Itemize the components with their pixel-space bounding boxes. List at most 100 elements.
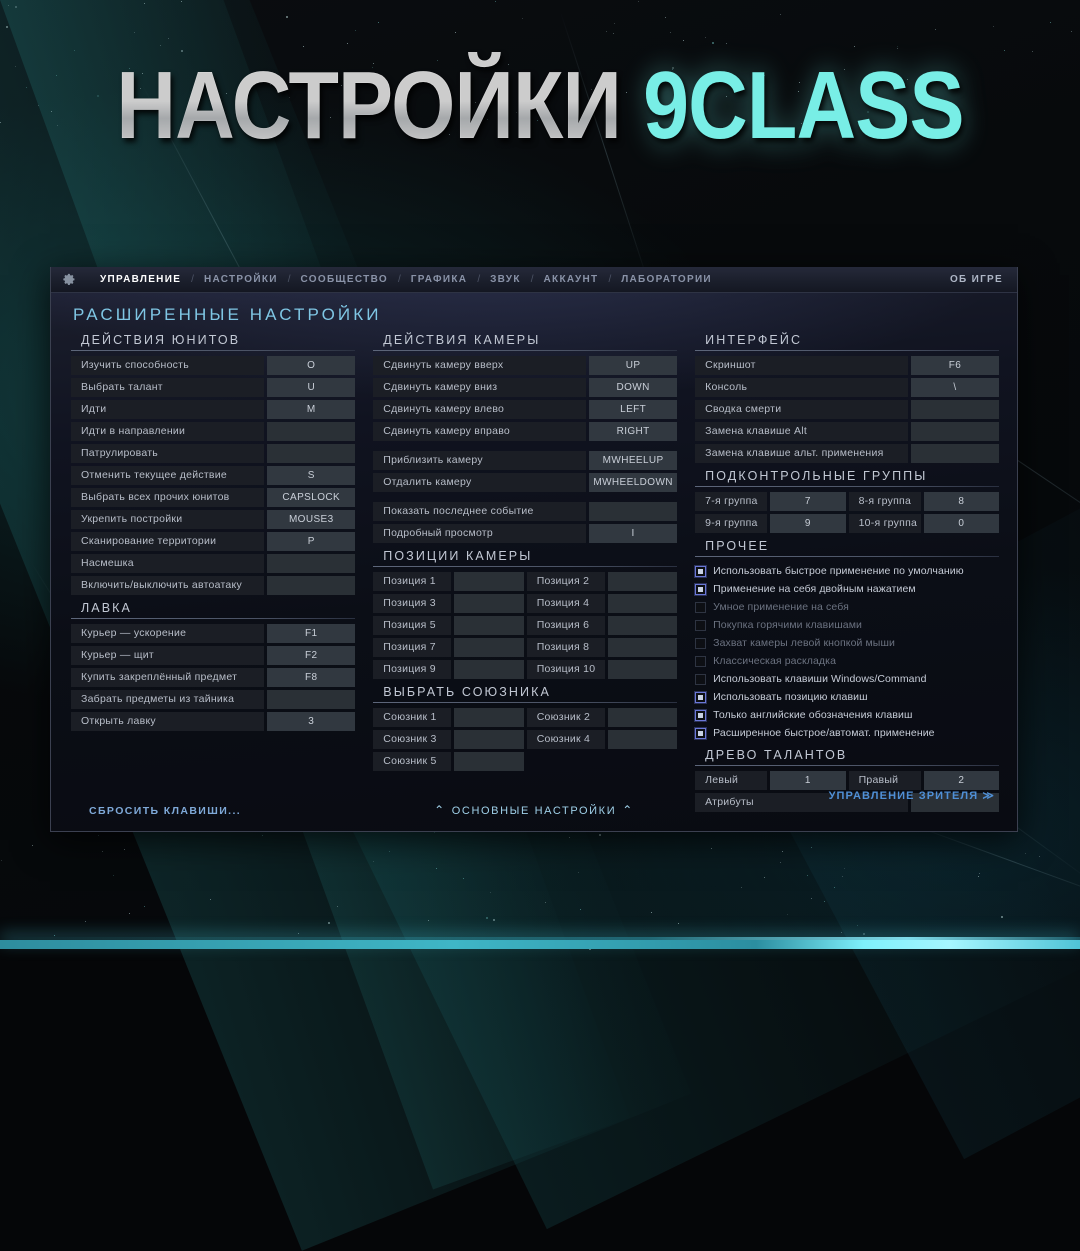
binding-key[interactable]: M: [267, 400, 355, 419]
binding-key[interactable]: [454, 616, 523, 635]
option-checkbox-row[interactable]: Захват камеры левой кнопкой мыши: [695, 634, 999, 652]
option-checkbox-row[interactable]: Использовать клавиши Windows/Command: [695, 670, 999, 688]
binding-key[interactable]: [608, 594, 677, 613]
unit-action-row[interactable]: Патрулировать: [71, 444, 355, 463]
select-ally-cell[interactable]: Союзник 4: [527, 730, 677, 749]
camera-position-cell[interactable]: Позиция 1: [373, 572, 523, 591]
binding-key[interactable]: UP: [589, 356, 677, 375]
shop-action-row[interactable]: Открыть лавку3: [71, 712, 355, 731]
binding-key[interactable]: [589, 502, 677, 521]
camera-position-cell[interactable]: Позиция 5: [373, 616, 523, 635]
binding-key[interactable]: RIGHT: [589, 422, 677, 441]
camera-position-cell[interactable]: Позиция 3: [373, 594, 523, 613]
binding-key[interactable]: 8: [924, 492, 999, 511]
binding-key[interactable]: CAPSLOCK: [267, 488, 355, 507]
unit-action-row[interactable]: Выбрать всех прочих юнитовCAPSLOCK: [71, 488, 355, 507]
binding-key[interactable]: [454, 708, 523, 727]
checkbox[interactable]: [695, 602, 706, 613]
unit-action-row[interactable]: Насмешка: [71, 554, 355, 573]
binding-key[interactable]: P: [267, 532, 355, 551]
unit-action-row[interactable]: Включить/выключить автоатаку: [71, 576, 355, 595]
select-ally-cell[interactable]: Союзник 1: [373, 708, 523, 727]
binding-key[interactable]: [454, 730, 523, 749]
control-group-cell[interactable]: 8-я группа8: [849, 492, 999, 511]
interface-action-row[interactable]: Замена клавише Alt: [695, 422, 999, 441]
binding-key[interactable]: MWHEELUP: [589, 451, 677, 470]
binding-key[interactable]: [911, 422, 999, 441]
binding-key[interactable]: 0: [924, 514, 999, 533]
checkbox[interactable]: [695, 728, 706, 739]
checkbox[interactable]: [695, 674, 706, 685]
unit-action-row[interactable]: Изучить способностьO: [71, 356, 355, 375]
binding-key[interactable]: \: [911, 378, 999, 397]
binding-key[interactable]: 3: [267, 712, 355, 731]
binding-key[interactable]: F6: [911, 356, 999, 375]
checkbox[interactable]: [695, 638, 706, 649]
option-checkbox-row[interactable]: Классическая раскладка: [695, 652, 999, 670]
checkbox[interactable]: [695, 620, 706, 631]
option-checkbox-row[interactable]: Умное применение на себя: [695, 598, 999, 616]
binding-key[interactable]: [608, 638, 677, 657]
spectator-controls-link[interactable]: УПРАВЛЕНИЕ ЗРИТЕЛЯ ≫: [829, 789, 995, 802]
camera-position-cell[interactable]: Позиция 10: [527, 660, 677, 679]
binding-key[interactable]: I: [589, 524, 677, 543]
binding-key[interactable]: [911, 400, 999, 419]
binding-key[interactable]: [454, 638, 523, 657]
option-checkbox-row[interactable]: Покупка горячими клавишами: [695, 616, 999, 634]
binding-key[interactable]: [267, 444, 355, 463]
binding-key[interactable]: [608, 572, 677, 591]
interface-action-row[interactable]: Замена клавише альт. применения: [695, 444, 999, 463]
unit-action-row[interactable]: Идти в направлении: [71, 422, 355, 441]
binding-key[interactable]: MWHEELDOWN: [589, 473, 677, 492]
binding-key[interactable]: [454, 572, 523, 591]
binding-key[interactable]: 7: [770, 492, 845, 511]
binding-key[interactable]: 1: [770, 771, 845, 790]
binding-key[interactable]: [267, 422, 355, 441]
binding-key[interactable]: F1: [267, 624, 355, 643]
camera-position-cell[interactable]: Позиция 4: [527, 594, 677, 613]
tab-6[interactable]: АККАУНТ: [535, 274, 608, 285]
binding-key[interactable]: U: [267, 378, 355, 397]
binding-key[interactable]: [267, 576, 355, 595]
control-group-cell[interactable]: 10-я группа0: [849, 514, 999, 533]
camera-position-cell[interactable]: Позиция 8: [527, 638, 677, 657]
tab-about-game[interactable]: ОБ ИГРЕ: [941, 274, 1003, 285]
select-ally-cell[interactable]: Союзник 2: [527, 708, 677, 727]
tab-2[interactable]: НАСТРОЙКИ: [195, 274, 287, 285]
checkbox[interactable]: [695, 584, 706, 595]
shop-action-row[interactable]: Забрать предметы из тайника: [71, 690, 355, 709]
checkbox[interactable]: [695, 656, 706, 667]
gear-icon[interactable]: [59, 271, 77, 289]
interface-action-row[interactable]: СкриншотF6: [695, 356, 999, 375]
tab-1[interactable]: УПРАВЛЕНИЕ: [91, 274, 190, 285]
camera-position-cell[interactable]: Позиция 9: [373, 660, 523, 679]
binding-key[interactable]: [608, 616, 677, 635]
select-ally-cell[interactable]: Союзник 3: [373, 730, 523, 749]
tab-7[interactable]: ЛАБОРАТОРИИ: [612, 274, 721, 285]
binding-key[interactable]: [608, 660, 677, 679]
camera-misc-row[interactable]: Показать последнее событие: [373, 502, 677, 521]
control-group-cell[interactable]: 9-я группа9: [695, 514, 845, 533]
shop-action-row[interactable]: Курьер — щитF2: [71, 646, 355, 665]
binding-key[interactable]: [267, 690, 355, 709]
camera-zoom-row[interactable]: Отдалить камеруMWHEELDOWN: [373, 473, 677, 492]
shop-action-row[interactable]: Купить закреплённый предметF8: [71, 668, 355, 687]
unit-action-row[interactable]: ИдтиM: [71, 400, 355, 419]
binding-key[interactable]: O: [267, 356, 355, 375]
camera-action-row[interactable]: Сдвинуть камеру вверхUP: [373, 356, 677, 375]
talent-branch-cell[interactable]: Левый1: [695, 771, 845, 790]
binding-key[interactable]: [608, 730, 677, 749]
binding-key[interactable]: DOWN: [589, 378, 677, 397]
camera-misc-row[interactable]: Подробный просмотрI: [373, 524, 677, 543]
tab-3[interactable]: СООБЩЕСТВО: [292, 274, 397, 285]
tab-4[interactable]: ГРАФИКА: [402, 274, 477, 285]
camera-action-row[interactable]: Сдвинуть камеру вправоRIGHT: [373, 422, 677, 441]
interface-action-row[interactable]: Консоль\: [695, 378, 999, 397]
binding-key[interactable]: [267, 554, 355, 573]
binding-key[interactable]: 2: [924, 771, 999, 790]
camera-position-cell[interactable]: Позиция 2: [527, 572, 677, 591]
control-group-cell[interactable]: 7-я группа7: [695, 492, 845, 511]
camera-position-cell[interactable]: Позиция 6: [527, 616, 677, 635]
unit-action-row[interactable]: Сканирование территорииP: [71, 532, 355, 551]
binding-key[interactable]: F2: [267, 646, 355, 665]
